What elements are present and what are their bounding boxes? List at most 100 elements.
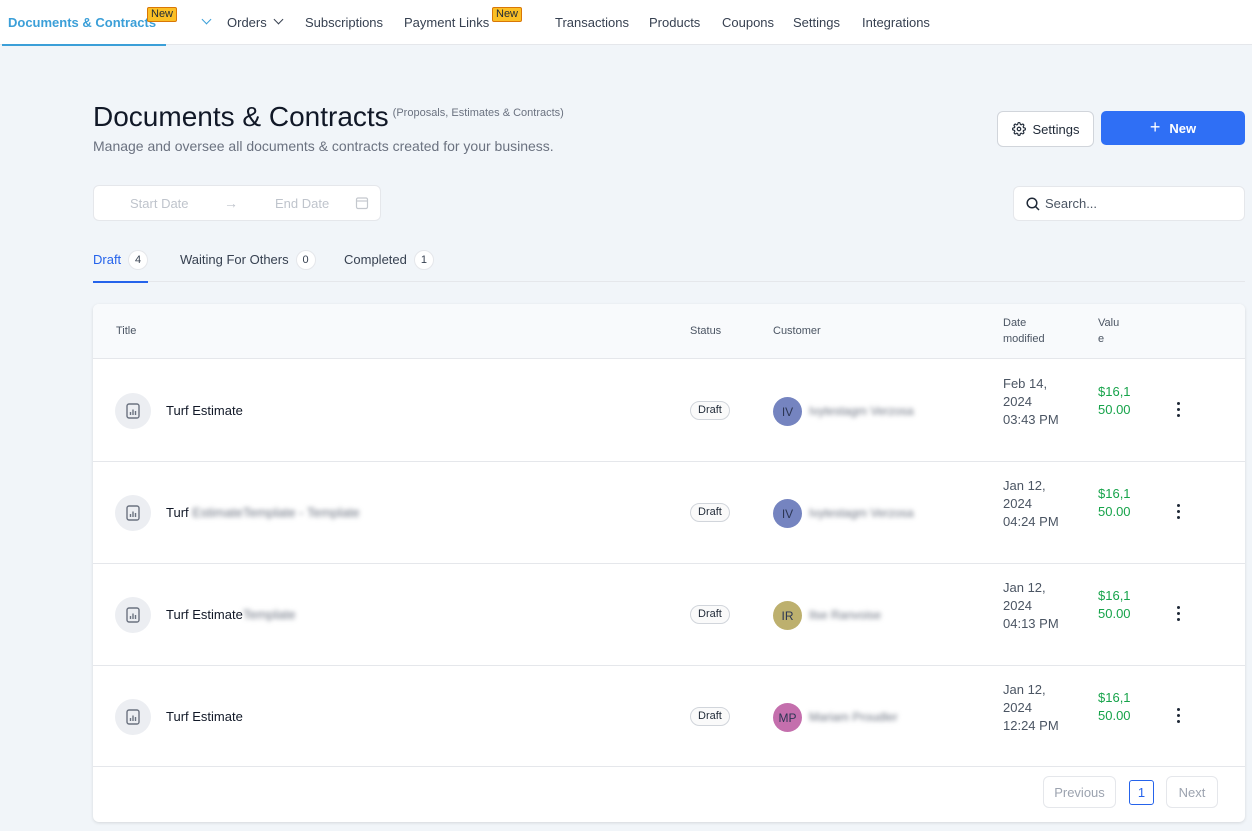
row-actions-menu-button[interactable] [1168, 603, 1188, 623]
document-chart-icon [115, 699, 151, 735]
nav-item-payment-links[interactable]: Payment Links New [404, 0, 523, 44]
avatar-initials: IV [781, 506, 794, 521]
document-title: Turf Estimate [166, 403, 243, 418]
kebab-dot [1176, 707, 1180, 711]
column-header-status: Status [690, 325, 722, 337]
nav-item-subscriptions[interactable]: Subscriptions [305, 0, 383, 44]
date-modified: Jan 12, 2024 04:13 PM [1003, 580, 1059, 631]
tab-label: Completed [344, 252, 407, 267]
document-title-link[interactable]: Turf Estimate [166, 403, 243, 418]
tab-count-badge: 4 [128, 250, 148, 270]
end-date-input[interactable]: End Date [275, 196, 329, 211]
document-title-link[interactable]: Turf EstimateTemplate - Template [166, 505, 360, 520]
nav-item-label: Orders [227, 14, 267, 30]
column-header-value-line2: e [1098, 333, 1105, 345]
avatar: IR [773, 601, 802, 630]
document-title: Turf Estimate [166, 607, 243, 622]
column-header-date-modified[interactable]: Date modified [1003, 315, 1045, 347]
nav-item-label: Settings [793, 14, 840, 30]
plus-icon: + [1149, 117, 1161, 137]
settings-button[interactable]: Settings [997, 111, 1094, 147]
document-chart-icon [115, 393, 151, 429]
kebab-dot [1176, 611, 1180, 615]
column-header-customer: Customer [773, 325, 821, 337]
new-badge: New [147, 7, 178, 22]
chevron-down-icon [273, 14, 284, 25]
new-button-label: New [1169, 120, 1197, 136]
document-title: Turf [166, 505, 193, 520]
kebab-dot [1176, 617, 1180, 621]
customer-name: Ivytestagm Verzosa [809, 404, 914, 418]
kebab-dot [1176, 401, 1180, 405]
nav-item-label: Coupons [722, 14, 775, 30]
search-box[interactable] [1013, 186, 1245, 221]
table-row[interactable]: Turf EstimateTemplate Draft IR Ilse Ranv… [93, 564, 1245, 666]
previous-page-button[interactable]: Previous [1043, 776, 1116, 808]
document-value: $16,150.00 [1098, 690, 1131, 723]
search-icon [1026, 196, 1040, 211]
document-title-redacted: EstimateTemplate - Template [192, 505, 360, 520]
avatar: IV [773, 499, 802, 528]
row-actions-menu-button[interactable] [1168, 501, 1188, 521]
column-header-value-line1: Valu [1098, 317, 1120, 329]
page-subtitle: (Proposals, Estimates & Contracts) [392, 107, 564, 119]
nav-item-integrations[interactable]: Integrations [862, 0, 930, 44]
nav-item-coupons[interactable]: Coupons [722, 0, 774, 44]
nav-item-settings[interactable]: Settings [793, 0, 840, 44]
document-value: $16,150.00 [1098, 384, 1131, 417]
nav-item-label: Products [649, 14, 701, 30]
nav-item-orders[interactable]: Orders [227, 0, 284, 44]
table-row[interactable]: Turf Estimate Draft MP Mariam Proudler J… [93, 666, 1245, 767]
tab-draft[interactable]: Draft 4 [93, 250, 148, 283]
table-header: Title Status Customer Date modified Valu… [93, 304, 1245, 359]
tab-count-badge: 0 [295, 250, 316, 270]
start-date-input[interactable]: Start Date [130, 196, 189, 211]
document-value: $16,150.00 [1098, 588, 1131, 621]
new-document-button[interactable]: + New [1101, 111, 1245, 145]
status-tabs: Draft 4 Waiting For Others 0 Completed 1 [93, 250, 1245, 283]
kebab-dot [1176, 407, 1180, 411]
avatar-initials: MP [778, 710, 797, 725]
documents-dropdown-toggle[interactable] [193, 0, 212, 44]
nav-item-label: Transactions [555, 14, 629, 30]
page-title-text: Documents & Contracts [93, 101, 389, 132]
page-1-button[interactable]: 1 [1129, 780, 1154, 805]
arrow-right-icon: → [224, 195, 238, 211]
tab-count-badge: 1 [413, 250, 434, 270]
kebab-dot [1176, 503, 1180, 507]
search-input[interactable] [1045, 196, 1225, 211]
next-page-button[interactable]: Next [1166, 776, 1218, 808]
document-title-link[interactable]: Turf Estimate [166, 709, 243, 724]
column-header-date-line2: modified [1003, 333, 1045, 345]
column-header-value[interactable]: Valu e [1098, 315, 1119, 347]
avatar: IV [773, 397, 802, 426]
status-badge: Draft [690, 605, 730, 624]
settings-button-label: Settings [1032, 121, 1080, 137]
date-range-picker[interactable]: Start Date → End Date [93, 185, 381, 221]
document-value: $16,150.00 [1098, 486, 1131, 519]
status-badge: Draft [690, 401, 730, 420]
nav-item-documents-contracts[interactable]: Documents & Contracts New [1, 0, 178, 46]
status-badge: Draft [690, 503, 730, 522]
nav-item-label: Subscriptions [305, 14, 384, 30]
kebab-dot [1176, 605, 1180, 609]
chevron-down-icon [201, 14, 212, 25]
nav-item-products[interactable]: Products [649, 0, 700, 44]
avatar-initials: IR [781, 608, 794, 623]
status-badge: Draft [690, 707, 730, 726]
document-title-link[interactable]: Turf EstimateTemplate [166, 607, 296, 622]
tab-label: Waiting For Others [180, 252, 289, 267]
nav-item-transactions[interactable]: Transactions [555, 0, 629, 44]
table-row[interactable]: Turf Estimate Draft IV Ivytestagm Verzos… [93, 360, 1245, 462]
row-actions-menu-button[interactable] [1168, 705, 1188, 725]
documents-table: Title Status Customer Date modified Valu… [93, 304, 1245, 822]
tab-waiting-for-others[interactable]: Waiting For Others 0 [180, 250, 316, 282]
nav-item-label: Integrations [862, 14, 930, 30]
tab-completed[interactable]: Completed 1 [344, 250, 434, 282]
page-title: Documents & Contracts (Proposals, Estimat… [93, 101, 564, 133]
nav-item-label: Payment Links [404, 14, 490, 30]
table-row[interactable]: Turf EstimateTemplate - Template Draft I… [93, 462, 1245, 564]
tab-label: Draft [93, 252, 122, 267]
customer-name: Mariam Proudler [809, 710, 898, 724]
row-actions-menu-button[interactable] [1168, 399, 1188, 419]
